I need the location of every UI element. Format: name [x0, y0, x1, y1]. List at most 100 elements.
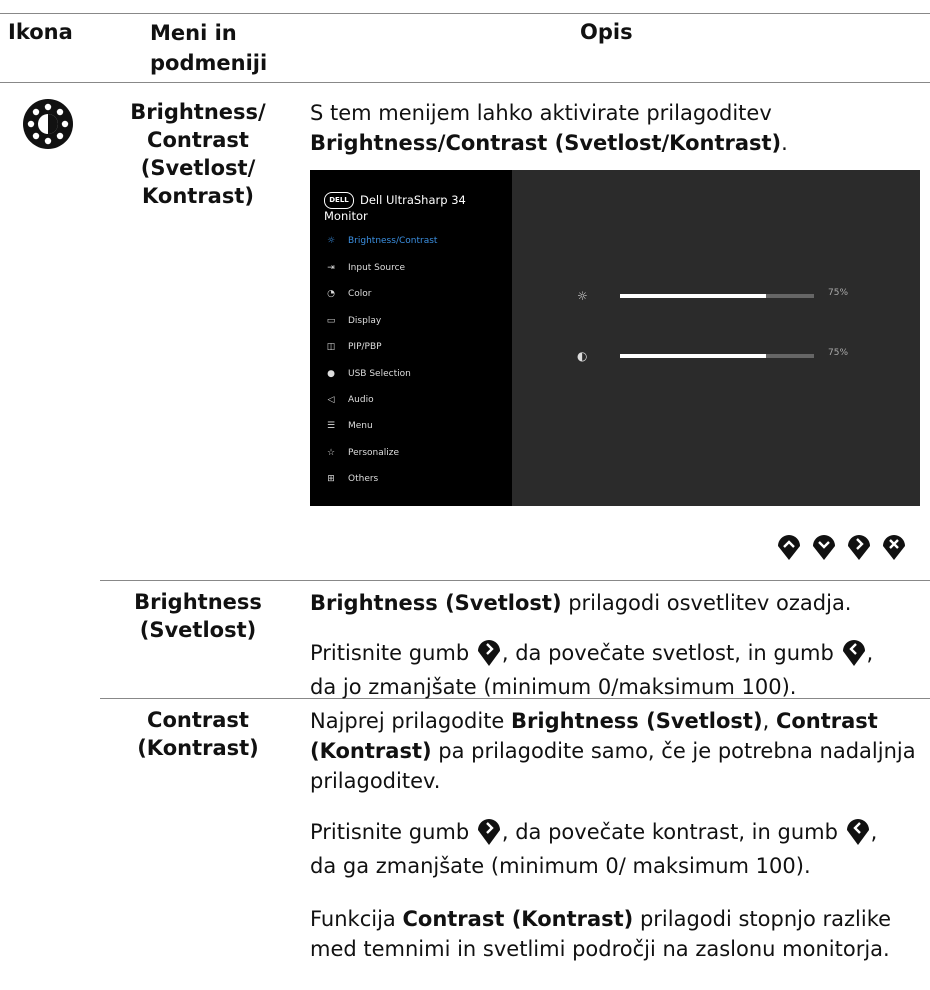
- header-icon-col: Ikona: [8, 20, 73, 44]
- osd-item-label: USB Selection: [348, 369, 411, 379]
- intro-bold: Brightness/Contrast (Svetlost/Kontrast): [310, 131, 782, 155]
- monitor-icon: ▭: [326, 316, 336, 326]
- contrast-value: 75%: [828, 348, 849, 358]
- brightness-label: Brightness (Svetlost): [108, 588, 288, 644]
- header-menu-line2: podmeniji: [150, 51, 268, 75]
- osd-title: DELL Dell UltraSharp 34 Monitor: [324, 192, 512, 223]
- top-rule: [0, 13, 930, 14]
- label-line: (Svetlost): [139, 618, 257, 642]
- label-line: Kontrast): [142, 184, 254, 208]
- osd-item-label: Input Source: [348, 263, 406, 273]
- menu-icon: ☰: [326, 421, 336, 431]
- label-line: Brightness/: [130, 100, 266, 124]
- brightness-bold: Brightness (Svetlost): [310, 591, 562, 615]
- osd-item-label: Display: [348, 316, 382, 326]
- osd-item-label: Menu: [348, 421, 373, 431]
- palette-icon: ◔: [327, 289, 335, 299]
- header-menu-line1: Meni in: [150, 21, 237, 45]
- txt-bold: Contrast (Kontrast): [402, 907, 634, 931]
- txt-bold: Brightness (Svetlost): [511, 709, 763, 733]
- osd-item-label: Brightness/Contrast: [348, 236, 438, 246]
- brightness-track: [620, 294, 814, 298]
- label-line: Contrast: [147, 128, 249, 152]
- header-rule: [0, 82, 930, 83]
- contrast-label: Contrast (Kontrast): [108, 706, 288, 762]
- up-button-icon: [778, 535, 800, 560]
- brightness-desc-rest: prilagodi osvetlitev ozadja.: [561, 591, 852, 615]
- header-menu-col: Meni in podmeniji: [150, 18, 267, 78]
- left-button-icon: [842, 640, 865, 666]
- contrast-track: [620, 354, 814, 358]
- left-button-icon: [846, 819, 869, 845]
- contrast-icon: ◐: [577, 349, 588, 363]
- txt: Najprej prilagodite: [310, 709, 512, 733]
- osd-nav-buttons: [776, 531, 907, 561]
- right-button-icon: [477, 640, 500, 666]
- brightness-contrast-icon: [22, 98, 74, 150]
- brightness-slider[interactable]: ☼ 75%: [570, 288, 900, 304]
- osd-item-label: Audio: [348, 395, 374, 405]
- others-icon: ⊞: [327, 474, 335, 484]
- label-line: Brightness: [134, 590, 262, 614]
- brightness-contrast-intro: S tem menijem lahko aktivirate prilagodi…: [310, 98, 922, 158]
- osd-item-label: PIP/PBP: [348, 342, 382, 352]
- input-icon: ⇥: [327, 263, 335, 273]
- instr-text: ,: [866, 641, 874, 665]
- instr-text: , da povečate svetlost, in gumb: [501, 641, 841, 665]
- osd-item-others[interactable]: ⊞ Others: [324, 472, 378, 486]
- osd-item-color[interactable]: ◔ Color: [324, 287, 372, 301]
- osd-item-display[interactable]: ▭ Display: [324, 314, 381, 328]
- txt: pa prilagodite samo, če je potrebna nada…: [431, 739, 916, 763]
- sun-icon: ☼: [577, 289, 588, 303]
- instr-line1: Pritisnite gumb , da povečate kontrast, …: [310, 814, 922, 849]
- speaker-icon: ◁: [327, 395, 335, 405]
- osd-item-input-source[interactable]: ⇥ Input Source: [324, 261, 405, 275]
- contrast-fill: [620, 354, 766, 358]
- label-line: (Svetlost/: [140, 156, 256, 180]
- instr-line1: Pritisnite gumb , da povečate svetlost, …: [310, 635, 922, 670]
- osd-item-audio[interactable]: ◁ Audio: [324, 393, 374, 407]
- brightness-instructions: Pritisnite gumb , da povečate svetlost, …: [310, 635, 922, 704]
- osd-menu-panel: DELL Dell UltraSharp 34 Monitor ☼ Brightne…: [310, 170, 512, 506]
- label-line: (Kontrast): [137, 736, 259, 760]
- contrast-function-desc: Funkcija Contrast (Kontrast) prilagodi s…: [310, 904, 922, 964]
- contrast-desc-line3: prilagoditev.: [310, 769, 441, 793]
- instr-text: , da povečate kontrast, in gumb: [501, 820, 845, 844]
- star-icon: ☆: [326, 448, 336, 458]
- down-button-icon: [813, 535, 835, 560]
- label-line: Contrast: [147, 708, 249, 732]
- close-button-icon: [883, 535, 905, 560]
- instr-text: Pritisnite gumb: [310, 820, 476, 844]
- row-rule-brightness: [100, 580, 930, 581]
- txt: ,: [762, 709, 776, 733]
- osd-screenshot: DELL Dell UltraSharp 34 Monitor ☼ Brightne…: [310, 170, 920, 506]
- osd-item-usb-selection[interactable]: ● USB Selection: [324, 367, 411, 381]
- instr-text: Pritisnite gumb: [310, 641, 476, 665]
- func-line2: med temnimi in svetlimi področji na zasl…: [310, 937, 890, 961]
- contrast-desc-line1: Najprej prilagodite Brightness (Svetlost…: [310, 706, 922, 736]
- instr-line2: da jo zmanjšate (minimum 0/maksimum 100)…: [310, 675, 797, 699]
- txt-bold: (Kontrast): [310, 739, 432, 763]
- dell-logo: DELL: [324, 192, 354, 209]
- contrast-desc: Najprej prilagodite Brightness (Svetlost…: [310, 706, 922, 796]
- osd-item-brightness-contrast[interactable]: ☼ Brightness/Contrast: [324, 234, 437, 248]
- pip-icon: ◫: [326, 342, 336, 352]
- func-line1: Funkcija Contrast (Kontrast) prilagodi s…: [310, 904, 922, 934]
- osd-item-menu[interactable]: ☰ Menu: [324, 419, 373, 433]
- osd-item-label: Color: [348, 289, 372, 299]
- intro-end: .: [781, 131, 788, 155]
- brightness-contrast-label: Brightness/ Contrast (Svetlost/ Kontrast…: [108, 98, 288, 210]
- osd-item-pip-pbp[interactable]: ◫ PIP/PBP: [324, 340, 382, 354]
- intro-line1: S tem menijem lahko aktivirate prilagodi…: [310, 101, 772, 125]
- contrast-slider[interactable]: ◐ 75%: [570, 348, 900, 364]
- sun-icon: ☼: [326, 236, 336, 246]
- instr-line2: da ga zmanjšate (minimum 0/ maksimum 100…: [310, 854, 811, 878]
- instr-text: ,: [870, 820, 878, 844]
- contrast-desc-line2: (Kontrast) pa prilagodite samo, če je po…: [310, 736, 922, 766]
- brightness-value: 75%: [828, 288, 849, 298]
- brightness-fill: [620, 294, 766, 298]
- osd-item-label: Others: [348, 474, 379, 484]
- osd-item-personalize[interactable]: ☆ Personalize: [324, 446, 399, 460]
- txt-bold: Contrast: [775, 709, 878, 733]
- txt: prilagodi stopnjo razlike: [633, 907, 892, 931]
